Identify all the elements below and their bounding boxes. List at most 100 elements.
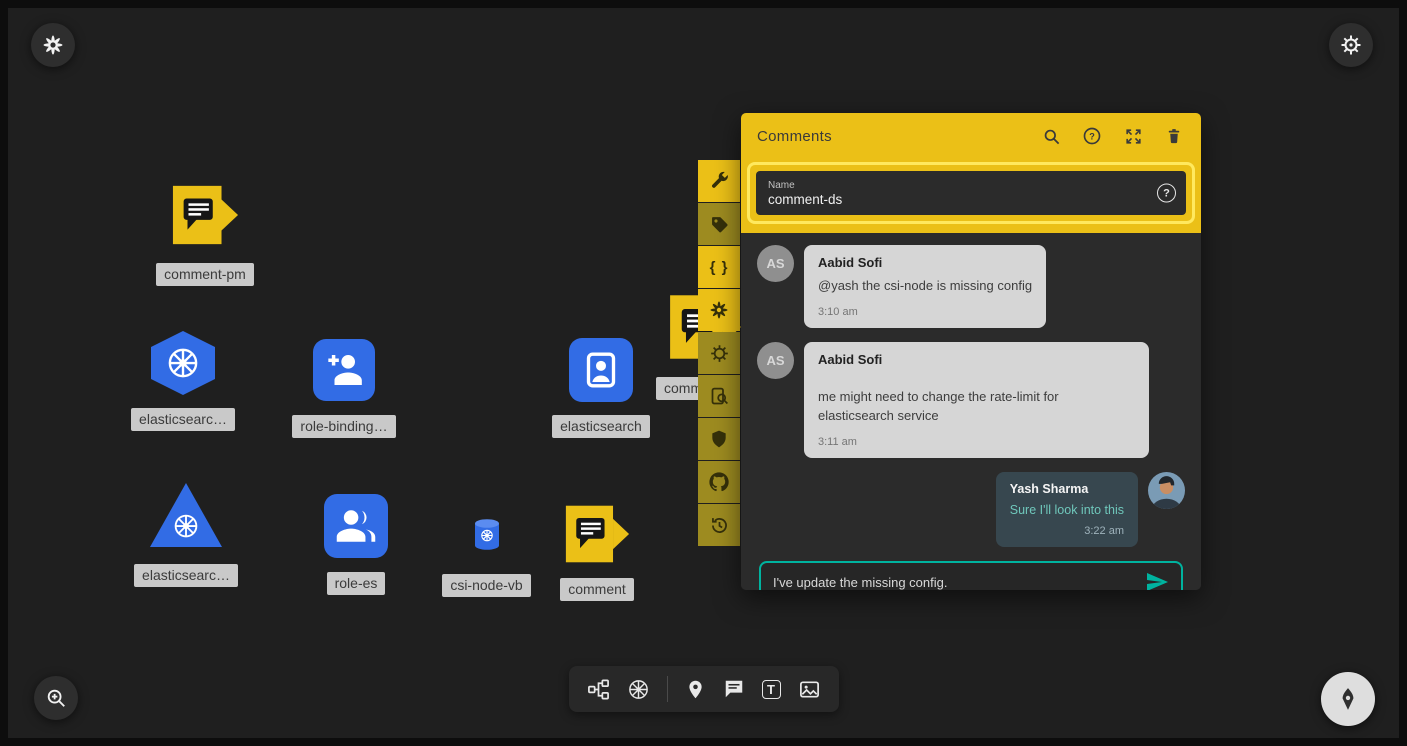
image-icon — [798, 678, 821, 701]
text-tool-icon: T — [762, 680, 781, 699]
tag-tool-button[interactable] — [698, 203, 740, 245]
help-icon: ? — [1082, 126, 1102, 146]
chat-message-input[interactable] — [773, 575, 1137, 590]
help-button[interactable]: ? — [1081, 125, 1103, 147]
name-field-highlight: Name ? — [747, 162, 1195, 224]
github-icon — [708, 471, 730, 493]
node-comment-pm[interactable]: comment-pm — [149, 183, 261, 286]
zoom-button[interactable] — [34, 676, 78, 720]
trash-icon — [1165, 127, 1183, 145]
message-text: Sure I'll look into this — [1010, 501, 1124, 520]
role-binding-shape — [313, 339, 375, 401]
avatar-initials: AS — [757, 342, 794, 379]
role-shape — [324, 494, 388, 558]
comments-thread: AS Aabid Sofi @yash the csi-node is miss… — [741, 233, 1201, 590]
comments-panel-header[interactable]: Comments ? — [741, 113, 1201, 159]
node-role-es[interactable]: role-es — [306, 494, 406, 595]
dock-divider — [667, 676, 668, 702]
badge-person-icon — [581, 350, 621, 390]
braces-tool-button[interactable]: { } — [698, 246, 740, 288]
pen-nib-icon — [1335, 686, 1361, 712]
flow-icon — [587, 678, 610, 701]
node-label: elasticsearc… — [134, 564, 238, 587]
wrench-tool-button[interactable] — [698, 160, 740, 202]
text-tool-button[interactable]: T — [762, 680, 781, 699]
component-toolbar: { } — [698, 160, 740, 547]
node-label: elasticsearch — [552, 415, 650, 438]
message-time: 3:11 am — [818, 436, 1135, 448]
pin-tool-button[interactable] — [685, 679, 706, 700]
cylinder-icon — [473, 518, 501, 551]
message-time: 3:10 am — [818, 306, 1032, 318]
name-section: Name ? — [741, 159, 1201, 233]
github-tool-button[interactable] — [698, 461, 740, 503]
pen-tool-button[interactable] — [1321, 672, 1375, 726]
gear-icon — [709, 343, 730, 364]
braces-icon: { } — [710, 259, 729, 276]
flower-logo-icon — [41, 33, 65, 57]
zoom-in-icon — [45, 687, 67, 709]
expand-icon — [1124, 127, 1143, 146]
delete-button[interactable] — [1163, 125, 1185, 147]
image-tool-button[interactable] — [798, 678, 821, 701]
name-field[interactable]: Name ? — [756, 171, 1186, 215]
message-bubble: Yash Sharma Sure I'll look into this 3:2… — [996, 472, 1138, 548]
message-author: Aabid Sofi — [818, 352, 1135, 367]
history-icon — [709, 515, 730, 536]
chat-input-container[interactable] — [759, 561, 1183, 590]
flow-tool-button[interactable] — [587, 678, 610, 701]
node-label: csi-node-vb — [442, 574, 530, 597]
kubernetes-tool-button[interactable] — [627, 678, 650, 701]
avatar-photo — [1148, 472, 1185, 509]
message-time: 3:22 am — [1010, 525, 1124, 537]
message-author: Aabid Sofi — [818, 255, 1032, 270]
node-label: elasticsearc… — [131, 408, 235, 431]
node-csi-node-vb[interactable]: csi-node-vb — [434, 518, 539, 597]
node-role-binding[interactable]: role-binding… — [288, 339, 400, 438]
message-text: me might need to change the rate-limit f… — [818, 387, 1135, 426]
message-item: AS Aabid Sofi @yash the csi-node is miss… — [757, 245, 1185, 328]
doc-search-icon — [709, 386, 730, 407]
kubernetes-wheel-icon — [171, 511, 201, 541]
hexagon-shape — [151, 331, 215, 395]
flower-tool-button[interactable] — [698, 289, 740, 331]
settings-button[interactable] — [1329, 23, 1373, 67]
avatar-initials: AS — [757, 245, 794, 282]
message-text: @yash the csi-node is missing config — [818, 276, 1032, 296]
wrench-icon — [709, 171, 730, 192]
message-item: AS Aabid Sofi me might need to change th… — [757, 342, 1185, 458]
kubernetes-wheel-icon — [627, 678, 650, 701]
doc-search-tool-button[interactable] — [698, 375, 740, 417]
bottom-dock: T — [569, 666, 839, 712]
comments-panel-title: Comments — [757, 128, 832, 145]
people-icon — [335, 505, 377, 547]
comment-tool-button[interactable] — [723, 678, 745, 700]
comments-panel-actions: ? — [1040, 125, 1185, 147]
search-button[interactable] — [1040, 125, 1062, 147]
comments-panel: Comments ? — [741, 113, 1201, 590]
shield-tool-button[interactable] — [698, 418, 740, 460]
message-author: Yash Sharma — [1010, 482, 1124, 496]
kanvas-logo-button[interactable] — [31, 23, 75, 67]
gear-tool-button[interactable] — [698, 332, 740, 374]
comment-node-icon — [564, 503, 630, 565]
message-item: Yash Sharma Sure I'll look into this 3:2… — [757, 472, 1185, 548]
name-help-icon[interactable]: ? — [1157, 184, 1176, 203]
triangle-shape — [150, 483, 222, 547]
node-elasticsearch-hexagon[interactable]: elasticsearc… — [133, 331, 233, 431]
name-input[interactable] — [768, 192, 1142, 207]
node-elasticsearch[interactable]: elasticsearch — [550, 338, 652, 438]
message-bubble: Aabid Sofi me might need to change the r… — [804, 342, 1149, 458]
node-label: role-binding… — [292, 415, 395, 438]
history-tool-button[interactable] — [698, 504, 740, 546]
expand-button[interactable] — [1122, 125, 1144, 147]
message-bubble: Aabid Sofi @yash the csi-node is missing… — [804, 245, 1046, 328]
node-elasticsearch-triangle[interactable]: elasticsearc… — [136, 483, 236, 587]
send-button[interactable] — [1145, 570, 1169, 590]
service-account-shape — [569, 338, 633, 402]
gear-icon — [1339, 33, 1363, 57]
chat-input-row — [757, 561, 1185, 590]
search-icon — [1042, 127, 1061, 146]
node-label: comment-pm — [156, 263, 254, 286]
node-comment[interactable]: comment — [547, 503, 647, 601]
